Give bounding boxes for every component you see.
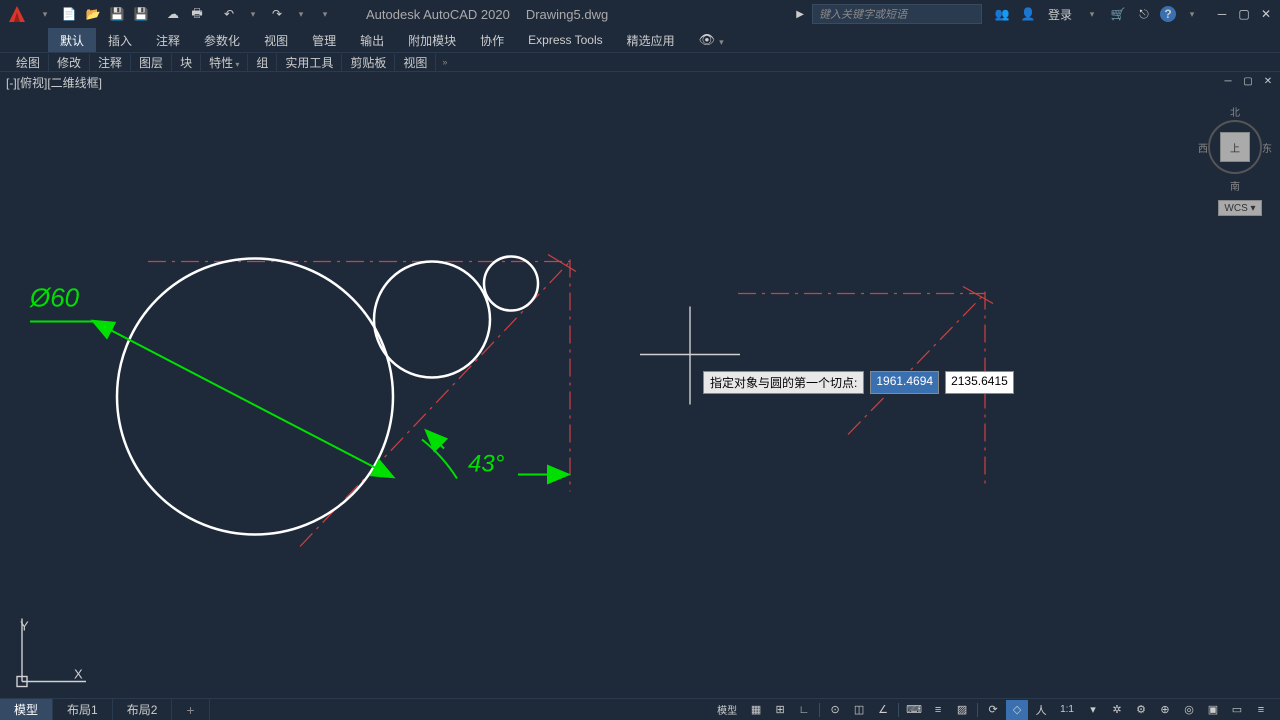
annomonitor-icon[interactable]: ⊕: [1154, 700, 1176, 720]
redo-icon[interactable]: [266, 3, 288, 25]
3dosnap-icon[interactable]: ◇: [1006, 700, 1028, 720]
tab-insert[interactable]: 插入: [96, 28, 144, 52]
app-logo[interactable]: [4, 3, 30, 25]
osnap-icon[interactable]: ◫: [848, 700, 870, 720]
wcs-button[interactable]: WCS ▾: [1218, 200, 1262, 216]
ucs-y-label: Y: [20, 619, 29, 634]
layout-tab-model[interactable]: 模型: [0, 699, 53, 720]
tab-collab[interactable]: 协作: [468, 28, 516, 52]
visibility-toggle-icon[interactable]: 👁: [699, 28, 724, 52]
cleanscreen-icon[interactable]: ▭: [1226, 700, 1248, 720]
modelspace-label[interactable]: 模型: [711, 700, 743, 720]
drawing-canvas[interactable]: Ø60 43° Y X: [0, 95, 1280, 698]
login-label[interactable]: 登录: [1044, 4, 1076, 24]
panel-utilities[interactable]: 实用工具: [277, 54, 342, 71]
dim-diameter-text: Ø60: [29, 283, 80, 313]
saveas-icon[interactable]: [130, 3, 152, 25]
app-title: Autodesk AutoCAD 2020: [366, 7, 510, 22]
isolate-icon[interactable]: ◎: [1178, 700, 1200, 720]
grid-icon[interactable]: ▦: [745, 700, 767, 720]
app-menu-dropdown-icon[interactable]: [34, 3, 56, 25]
tab-default[interactable]: 默认: [48, 28, 96, 52]
help-dropdown-icon[interactable]: [1182, 4, 1202, 24]
tab-addins[interactable]: 附加模块: [396, 28, 468, 52]
panel-view[interactable]: 视图: [395, 54, 436, 71]
panel-modify[interactable]: 修改: [49, 54, 90, 71]
save-icon[interactable]: [106, 3, 128, 25]
polar-icon[interactable]: ⊙: [824, 700, 846, 720]
close-icon[interactable]: [1256, 5, 1276, 23]
tab-express[interactable]: Express Tools: [516, 28, 614, 52]
open-icon[interactable]: [82, 3, 104, 25]
panel-properties[interactable]: 特性: [201, 54, 248, 71]
undo-dropdown-icon[interactable]: [242, 3, 264, 25]
snap-icon[interactable]: ⊞: [769, 700, 791, 720]
a360-icon[interactable]: [1134, 4, 1154, 24]
undo-icon[interactable]: [218, 3, 240, 25]
status-bar: 模型 ▦ ⊞ ∟ ⊙ ◫ ∠ ⌨ ≡ ▨ ⟳ ◇ 人 1:1 ▾ ✲ ⚙ ⊕ ◎…: [711, 699, 1280, 720]
dynamic-input-y[interactable]: 2135.6415: [945, 371, 1014, 394]
cycling-icon[interactable]: ⟳: [982, 700, 1004, 720]
qat-customize-icon[interactable]: [314, 3, 336, 25]
layout-tab-2[interactable]: 布局2: [113, 699, 173, 720]
panel-draw[interactable]: 绘图: [8, 54, 49, 71]
panel-expand-icon[interactable]: »: [436, 57, 453, 67]
annoscale-dropdown-icon[interactable]: ▾: [1082, 700, 1104, 720]
ribbon-panels: 绘图 修改 注释 图层 块 特性 组 实用工具 剪贴板 视图 »: [0, 52, 1280, 72]
document-title: Drawing5.dwg: [526, 7, 608, 22]
dim-angle-text: 43°: [468, 451, 505, 478]
tab-featured[interactable]: 精选应用: [615, 28, 687, 52]
dynamic-input-prompt: 指定对象与圆的第一个切点:: [703, 371, 864, 394]
login-dropdown-icon[interactable]: [1082, 4, 1102, 24]
dynucs-icon[interactable]: 人: [1030, 700, 1052, 720]
collab-icon[interactable]: [992, 4, 1012, 24]
search-input[interactable]: 键入关键字或短语: [812, 4, 982, 24]
hwaccel-icon[interactable]: ▣: [1202, 700, 1224, 720]
otrack-icon[interactable]: ∠: [872, 700, 894, 720]
ribbon-tabs: 默认 插入 注释 参数化 视图 管理 输出 附加模块 协作 Express To…: [0, 28, 1280, 52]
ortho-icon[interactable]: ∟: [793, 700, 815, 720]
annoscale-label[interactable]: 1:1: [1054, 700, 1080, 720]
lineweight-icon[interactable]: ≡: [927, 700, 949, 720]
panel-clipboard[interactable]: 剪贴板: [342, 54, 395, 71]
tab-output[interactable]: 输出: [348, 28, 396, 52]
viewport-close-icon[interactable]: [1260, 74, 1276, 88]
help-icon[interactable]: ?: [1160, 6, 1176, 22]
redo-dropdown-icon[interactable]: [290, 3, 312, 25]
plot-icon[interactable]: [186, 3, 208, 25]
user-icon[interactable]: [1018, 4, 1038, 24]
panel-layer[interactable]: 图层: [131, 54, 172, 71]
customize-status-icon[interactable]: ≡: [1250, 700, 1272, 720]
tab-manage[interactable]: 管理: [300, 28, 348, 52]
workspace-icon[interactable]: ⚙: [1130, 700, 1152, 720]
cloud-icon[interactable]: [162, 3, 184, 25]
exchange-icon[interactable]: [1108, 4, 1128, 24]
viewport-minimize-icon[interactable]: [1220, 74, 1236, 88]
transparency-icon[interactable]: ▨: [951, 700, 973, 720]
viewport-label[interactable]: [-][俯视][二维线框]: [6, 74, 102, 91]
annotation-icon[interactable]: ✲: [1106, 700, 1128, 720]
tab-parametric[interactable]: 参数化: [192, 28, 252, 52]
infocenter-arrow-icon: ▶: [796, 9, 804, 20]
panel-annotate[interactable]: 注释: [90, 54, 131, 71]
new-icon[interactable]: [58, 3, 80, 25]
panel-block[interactable]: 块: [172, 54, 201, 71]
maximize-icon[interactable]: [1234, 5, 1254, 23]
panel-group[interactable]: 组: [248, 54, 277, 71]
tab-view[interactable]: 视图: [252, 28, 300, 52]
minimize-icon[interactable]: [1212, 5, 1232, 23]
ucs-x-label: X: [74, 667, 83, 682]
dynamic-input-x[interactable]: 1961.4694: [870, 371, 939, 394]
layout-tab-1[interactable]: 布局1: [53, 699, 113, 720]
dyninput-icon[interactable]: ⌨: [903, 700, 925, 720]
tab-annotate[interactable]: 注释: [144, 28, 192, 52]
viewport-maximize-icon[interactable]: [1240, 74, 1256, 88]
layout-add-icon[interactable]: +: [172, 699, 209, 720]
dynamic-input: 指定对象与圆的第一个切点: 1961.4694 2135.6415: [703, 371, 1014, 394]
